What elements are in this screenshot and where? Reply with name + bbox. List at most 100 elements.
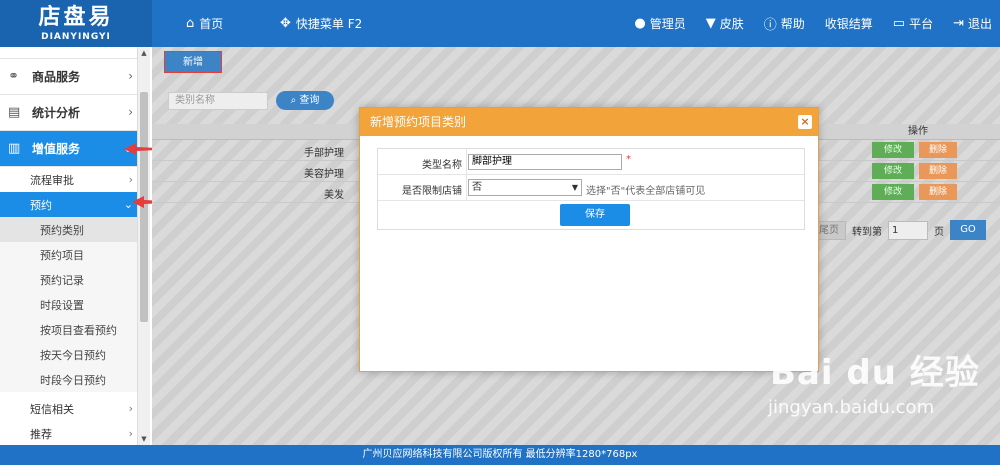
- sidebar-leaf-item[interactable]: 预约项目: [0, 242, 149, 267]
- edit-button[interactable]: 修改: [872, 184, 914, 200]
- sidebar-item-goods-service[interactable]: ⚭ 商品服务 ›: [0, 59, 149, 95]
- dialog-form: 类型名称 脚部护理 * 是否限制店铺 否 ▼ 选择"否"代表全部店铺可见 保存: [377, 148, 805, 230]
- sidebar: ⚭ 商品服务 › ▤ 统计分析 › ▥ 增值服务 ⌄ 流程审批 › 预约 ⌄ 预…: [0, 47, 150, 445]
- logo-text: 店盘易: [38, 5, 114, 30]
- limit-store-value: 否: [472, 182, 482, 193]
- help-button[interactable]: ⓘ 帮助: [764, 14, 805, 33]
- chevron-right-icon: ›: [128, 173, 133, 186]
- watermark-url: jingyan.baidu.com: [768, 397, 935, 418]
- sidebar-item-statistics[interactable]: ▤ 统计分析 ›: [0, 95, 149, 131]
- shirt-icon: ▼: [705, 16, 716, 31]
- sidebar-scrollbar[interactable]: ▲ ▼: [137, 47, 150, 445]
- admin-label: 管理员: [649, 17, 686, 31]
- search-input[interactable]: 类别名称: [168, 92, 268, 110]
- sidebar-leaf-timeslot[interactable]: 时段设置: [0, 292, 149, 317]
- form-row-actions: 保存: [378, 201, 804, 229]
- sidebar-leaf-by-project[interactable]: 按项目查看预约: [0, 317, 149, 342]
- sidebar-sub-recommend[interactable]: 推荐 ›: [0, 421, 149, 445]
- sidebar-leaf-by-slot[interactable]: 时段今日预约: [0, 367, 149, 392]
- limit-store-label: 是否限制店铺: [402, 186, 462, 197]
- dropdown-arrow-icon: ▼: [571, 183, 578, 192]
- sidebar-leaf-record[interactable]: 预约记录: [0, 267, 149, 292]
- help-icon: ⓘ: [763, 18, 777, 33]
- skin-button[interactable]: ▼ 皮肤: [706, 15, 744, 32]
- scroll-down-icon[interactable]: ▼: [138, 433, 150, 445]
- type-name-input[interactable]: 脚部护理: [468, 154, 622, 170]
- watermark-brand: Bai du 经验: [770, 353, 980, 393]
- sidebar-sub-label: 短信相关: [30, 402, 74, 416]
- sidebar-sub-sms[interactable]: 短信相关 ›: [0, 396, 149, 421]
- move-icon: ✥: [280, 16, 291, 31]
- form-divider: [466, 149, 467, 174]
- baidu-watermark: Bai du 经验 jingyan.baidu.com: [768, 345, 980, 418]
- platform-button[interactable]: ▭ 平台: [893, 15, 933, 32]
- search-icon: ⌕: [290, 95, 297, 106]
- new-button[interactable]: 新增: [164, 51, 222, 73]
- form-row-type-name: 类型名称 脚部护理 *: [378, 149, 804, 175]
- go-button[interactable]: GO: [950, 220, 986, 240]
- cashier-label: 收银结算: [824, 17, 873, 31]
- required-mark: *: [626, 154, 631, 165]
- cell-name: 美容护理: [304, 169, 344, 180]
- sidebar-item-label: 统计分析: [32, 106, 81, 120]
- map-icon: ▥: [8, 141, 21, 156]
- edit-button[interactable]: 修改: [872, 142, 914, 158]
- platform-label: 平台: [909, 17, 934, 31]
- cell-name: 美发: [324, 190, 344, 201]
- sidebar-leaf-category[interactable]: 预约类别: [0, 217, 149, 242]
- cell-name: 手部护理: [304, 148, 344, 159]
- column-header-actions: 操作: [908, 126, 928, 137]
- edit-button[interactable]: 修改: [872, 163, 914, 179]
- user-icon: ●: [634, 16, 646, 31]
- type-name-label: 类型名称: [422, 160, 462, 171]
- nav-shortcut-label: 快捷菜单 F2: [295, 17, 363, 31]
- sidebar-sub-label: 预约: [30, 198, 52, 212]
- sidebar-leaf-by-day[interactable]: 按天今日预约: [0, 342, 149, 367]
- sidebar-sub-label: 推荐: [30, 427, 52, 441]
- sidebar-sub-label: 流程审批: [30, 173, 74, 187]
- pagination: 尾页 转到第 1 页 GO: [812, 220, 986, 240]
- logo-subtext: DIANYINGYI: [41, 32, 111, 42]
- chevron-right-icon: ›: [128, 427, 133, 440]
- page-input[interactable]: 1: [888, 220, 928, 240]
- sidebar-top-divider: [0, 47, 149, 59]
- cashier-button[interactable]: 收银结算: [825, 15, 873, 32]
- search-button-label: 查询: [299, 95, 320, 106]
- delete-button[interactable]: 删除: [919, 142, 957, 158]
- chart-icon: ▤: [8, 105, 21, 120]
- sidebar-item-label: 商品服务: [32, 70, 81, 84]
- form-divider: [466, 175, 467, 200]
- sidebar-sub-reservation[interactable]: 预约 ⌄: [0, 192, 149, 217]
- app-logo[interactable]: 店盘易 DIANYINGYI: [0, 0, 152, 47]
- home-icon: ⌂: [186, 16, 195, 31]
- save-button[interactable]: 保存: [560, 204, 630, 226]
- logout-label: 退出: [967, 17, 992, 31]
- delete-button[interactable]: 删除: [919, 184, 957, 200]
- page-suffix: 页: [934, 226, 944, 238]
- scroll-up-icon[interactable]: ▲: [138, 47, 150, 59]
- dialog-title: 新增预约项目类别: [370, 115, 467, 129]
- add-category-dialog: 新增预约项目类别 × 类型名称 脚部护理 * 是否限制店铺 否 ▼ 选择"否"代…: [359, 107, 819, 372]
- chevron-right-icon: ›: [128, 105, 133, 119]
- close-icon[interactable]: ×: [798, 115, 812, 129]
- delete-button[interactable]: 删除: [919, 163, 957, 179]
- nav-home[interactable]: ⌂ 首页: [186, 0, 223, 47]
- sidebar-item-label: 增值服务: [32, 142, 81, 156]
- help-label: 帮助: [780, 17, 805, 31]
- goto-label: 转到第: [852, 226, 882, 238]
- dialog-header: 新增预约项目类别 ×: [360, 108, 818, 136]
- nav-shortcut-menu[interactable]: ✥ 快捷菜单 F2: [280, 0, 362, 47]
- limit-store-select[interactable]: 否 ▼: [468, 179, 582, 196]
- limit-store-hint: 选择"否"代表全部店铺可见: [586, 186, 706, 197]
- chevron-right-icon: ›: [128, 69, 133, 83]
- form-row-limit-store: 是否限制店铺 否 ▼ 选择"否"代表全部店铺可见: [378, 175, 804, 201]
- chevron-right-icon: ›: [128, 402, 133, 415]
- search-button[interactable]: ⌕ 查询: [276, 91, 334, 110]
- top-header: 店盘易 DIANYINGYI ⌂ 首页 ✥ 快捷菜单 F2 ● 管理员 ▼ 皮肤…: [0, 0, 1000, 47]
- footer-copyright: 广州贝应网络科技有限公司版权所有 最低分辨率1280*768px: [0, 445, 1000, 465]
- admin-button[interactable]: ● 管理员: [634, 15, 685, 32]
- logout-button[interactable]: ⇥ 退出: [953, 15, 992, 32]
- skin-label: 皮肤: [719, 17, 744, 31]
- monitor-icon: ▭: [892, 16, 906, 31]
- sidebar-sub-approval[interactable]: 流程审批 ›: [0, 167, 149, 192]
